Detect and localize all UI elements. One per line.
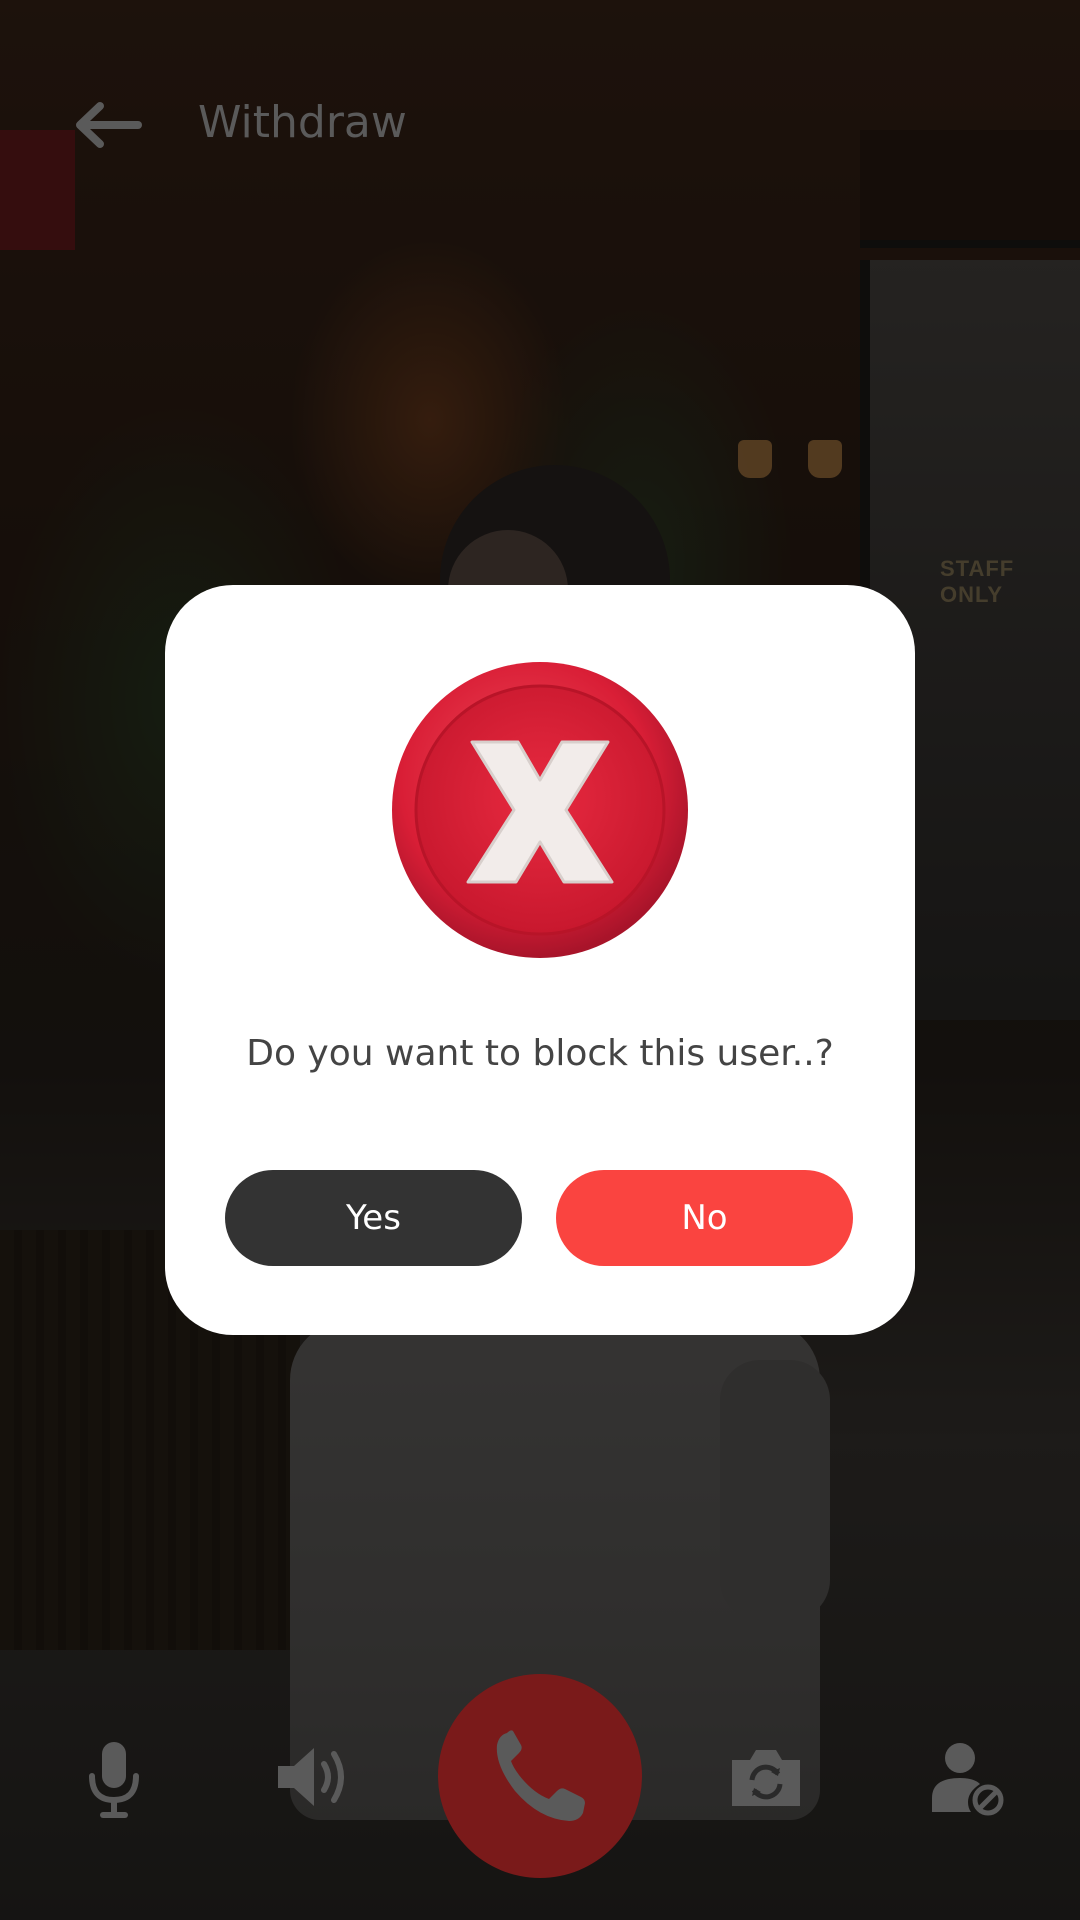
block-user-dialog: Do you want to block this user..? Yes No — [165, 585, 915, 1335]
end-call-phone-icon — [496, 1730, 585, 1821]
block-user-icon[interactable] — [930, 1740, 1006, 1816]
speaker-icon[interactable] — [274, 1744, 354, 1810]
arrow-left-icon[interactable] — [72, 100, 144, 150]
yes-button[interactable]: Yes — [225, 1170, 522, 1266]
no-button[interactable]: No — [556, 1170, 853, 1266]
page-title: Withdraw — [198, 97, 407, 148]
end-call-button[interactable] — [438, 1674, 642, 1878]
switch-camera-icon[interactable] — [728, 1744, 804, 1810]
red-x-badge-icon — [390, 660, 690, 960]
dialog-message: Do you want to block this user..? — [246, 1033, 834, 1074]
top-bar: Withdraw — [0, 0, 1080, 250]
microphone-icon[interactable] — [86, 1740, 142, 1820]
